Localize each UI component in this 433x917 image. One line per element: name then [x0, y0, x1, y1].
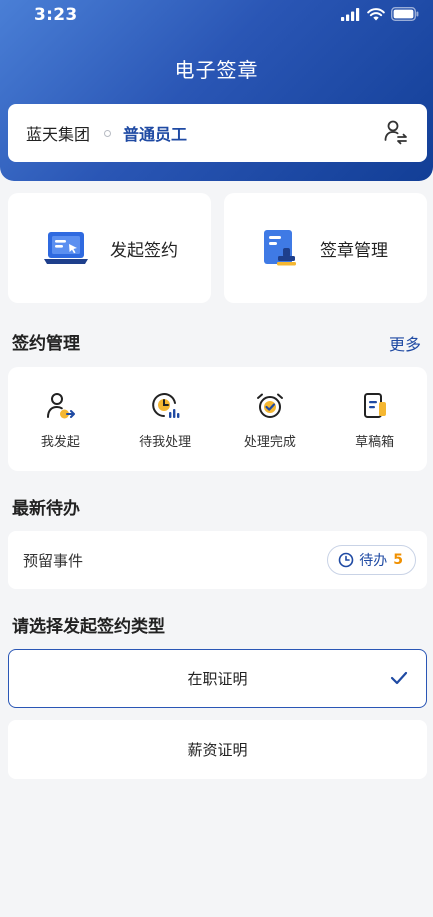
sign-type-option-salary[interactable]: 薪资证明 — [8, 720, 427, 779]
battery-icon — [391, 7, 419, 21]
sign-management-title: 签约管理 — [12, 334, 80, 354]
grid-item-label: 我发起 — [40, 435, 80, 450]
laptop-sign-icon — [44, 232, 88, 264]
org-name: 蓝天集团 — [26, 125, 91, 144]
grid-item-completed[interactable]: 处理完成 — [218, 367, 323, 471]
grid-item-drafts[interactable]: 草稿箱 — [322, 367, 427, 471]
grid-item-initiated[interactable]: 我发起 — [8, 367, 113, 471]
user-send-icon — [47, 393, 76, 419]
todo-item-name: 预留事件 — [23, 551, 84, 570]
status-time: 3:23 — [34, 5, 78, 25]
sign-management-grid: 我发起 待我处理 处理完成 草稿箱 — [8, 367, 427, 471]
separator-dot — [104, 129, 112, 137]
switch-user-icon[interactable] — [383, 119, 409, 145]
clock-icon — [338, 552, 354, 568]
todo-badge-count: 5 — [393, 552, 403, 568]
grid-item-label: 处理完成 — [243, 435, 296, 450]
seal-document-icon — [264, 230, 296, 266]
alarm-check-icon — [256, 393, 283, 418]
more-link[interactable]: 更多 — [389, 331, 421, 355]
wifi-icon — [367, 7, 385, 20]
todo-status-badge[interactable]: 待办 5 — [327, 545, 416, 575]
page-title: 电子签章 — [174, 58, 259, 82]
todo-item[interactable]: 预留事件 待办 5 — [8, 531, 427, 589]
initiate-signing-card[interactable]: 发起签约 — [8, 193, 211, 303]
grid-item-label: 草稿箱 — [355, 435, 395, 450]
initiate-signing-label: 发起签约 — [110, 240, 178, 261]
clock-chart-icon — [152, 393, 180, 418]
todo-badge-label: 待办 — [359, 553, 388, 569]
status-icons — [341, 7, 419, 21]
latest-todo-title: 最新待办 — [12, 499, 80, 519]
option-label: 薪资证明 — [187, 741, 248, 759]
org-role: 普通员工 — [123, 125, 188, 144]
seal-management-card[interactable]: 签章管理 — [224, 193, 427, 303]
signal-icon — [341, 7, 360, 21]
org-selector[interactable]: 蓝天集团 普通员工 — [8, 104, 427, 162]
draft-document-icon — [363, 393, 386, 418]
sign-type-option-employment[interactable]: 在职证明 — [8, 649, 427, 708]
checkmark-icon — [390, 671, 408, 685]
grid-item-pending[interactable]: 待我处理 — [113, 367, 218, 471]
sign-type-title: 请选择发起签约类型 — [12, 617, 165, 637]
option-label: 在职证明 — [187, 670, 248, 688]
status-bar: 3:23 — [0, 0, 433, 30]
seal-management-label: 签章管理 — [320, 240, 388, 261]
grid-item-label: 待我处理 — [139, 435, 192, 450]
